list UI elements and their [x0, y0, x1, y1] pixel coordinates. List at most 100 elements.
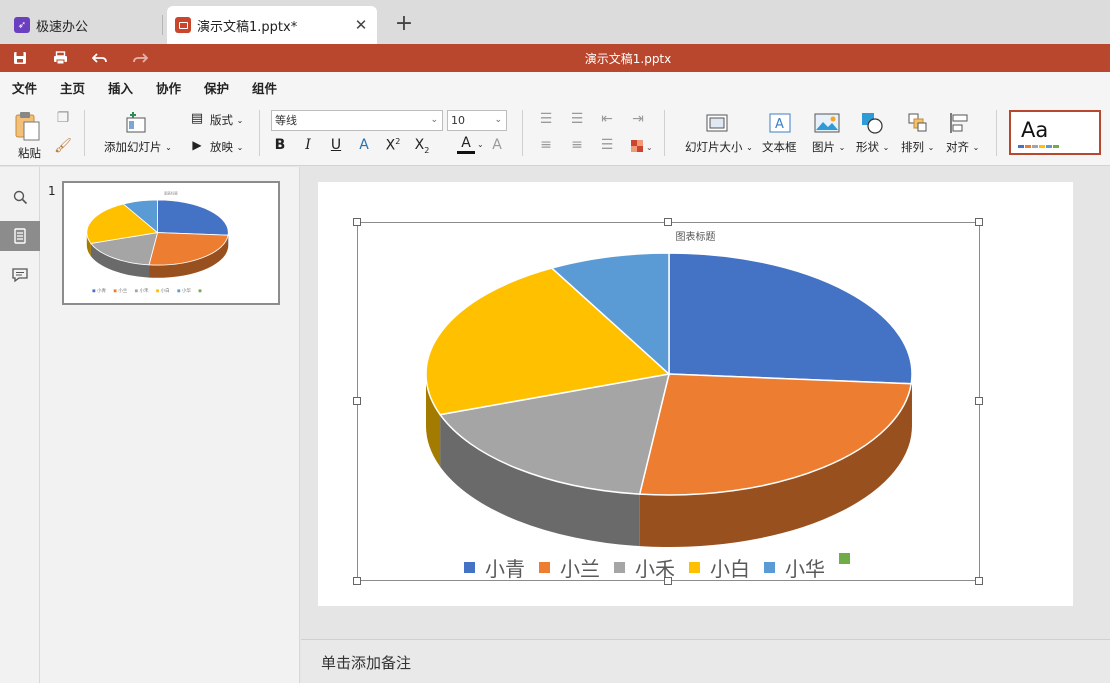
add-slide-button[interactable]: 添加幻灯片 ⌄ [104, 139, 172, 155]
text-effect-icon[interactable]: A [355, 137, 373, 153]
document-title: 演示文稿1.pptx [584, 52, 672, 66]
pie-chart [425, 252, 913, 547]
bold-icon[interactable]: B [271, 137, 289, 153]
slide-thumbnail[interactable]: 图表标题 小青 小兰 小禾 小白 小华 [62, 181, 280, 305]
numbered-list-icon[interactable]: ☰ [568, 111, 586, 127]
slide-number: 1 [48, 184, 56, 198]
ribbon-divider [259, 110, 260, 156]
slide-size-label: 幻灯片大小 [685, 140, 743, 154]
slide-size-button[interactable]: 幻灯片大小 ⌄ [685, 139, 753, 155]
shape-icon[interactable] [860, 111, 886, 138]
arrange-label: 排列 [901, 140, 924, 154]
legend-item: 小华 [764, 553, 825, 582]
legend-swatch [464, 562, 475, 573]
layout-button[interactable]: 版式 ⌄ [210, 112, 243, 128]
legend-item [839, 553, 860, 564]
legend-item: 小青 [464, 553, 525, 582]
menu-home[interactable]: 主页 [60, 78, 86, 102]
menu-insert[interactable]: 插入 [108, 78, 133, 97]
tab-document[interactable]: 演示文稿1.pptx* ✕ [167, 6, 377, 44]
menu-file[interactable]: 文件 [12, 78, 37, 97]
tab-document-label: 演示文稿1.pptx* [197, 19, 298, 35]
clear-format-icon[interactable]: A [488, 137, 506, 153]
notes-placeholder: 单击添加备注 [321, 654, 412, 672]
new-tab-button[interactable]: + [393, 11, 415, 37]
chevron-down-icon[interactable]: ⌄ [477, 140, 484, 149]
slide-size-icon[interactable] [706, 114, 728, 135]
ribbon-divider [522, 110, 523, 156]
play-button[interactable]: 放映 ⌄ [210, 139, 243, 155]
picture-icon[interactable] [814, 113, 840, 136]
italic-icon[interactable]: I [299, 137, 317, 153]
picture-label: 图片 [812, 140, 835, 154]
font-size-select[interactable]: 10 ⌄ [447, 110, 507, 131]
pie-slice [668, 252, 913, 385]
legend-swatch [839, 553, 850, 564]
add-slide-icon[interactable] [124, 112, 148, 137]
tab-divider [162, 15, 163, 35]
bullet-list-icon[interactable]: ☰ [537, 111, 555, 127]
legend-label: 小兰 [560, 557, 600, 581]
align-text-icon[interactable]: ≡ [537, 137, 555, 153]
layout-label: 版式 [210, 113, 233, 127]
textbox-button[interactable]: 文本框 [762, 139, 797, 155]
svg-text:A: A [775, 117, 784, 132]
paste-icon[interactable] [14, 111, 42, 144]
paste-label[interactable]: 粘贴 [18, 145, 41, 161]
close-tab-icon[interactable]: ✕ [353, 16, 369, 34]
legend-swatch [689, 562, 700, 573]
slides-panel-icon[interactable] [0, 221, 40, 251]
font-name-select[interactable]: 等线 ⌄ [271, 110, 443, 131]
arrange-icon[interactable] [907, 112, 929, 137]
format-painter-icon[interactable]: 🖌 [54, 138, 72, 154]
svg-text:小华: 小华 [182, 287, 192, 294]
font-color-icon[interactable]: A [457, 136, 475, 154]
left-tool-bar [0, 167, 40, 683]
legend-label: 小青 [485, 557, 525, 581]
align-button[interactable]: 对齐 ⌄ [946, 139, 979, 155]
legend-swatch [614, 562, 625, 573]
align-icon[interactable] [949, 112, 971, 137]
picture-button[interactable]: 图片 ⌄ [812, 139, 845, 155]
legend-label: 小禾 [635, 557, 675, 581]
shape-label: 形状 [856, 140, 879, 154]
ribbon-toolbar: 粘贴 ❐ 🖌 添加幻灯片 ⌄ ▤ 版式 ⌄ ▶ 放映 ⌄ 等线 ⌄ 10 ⌄ B I… [0, 100, 1110, 166]
chevron-down-icon: ⌄ [430, 115, 438, 125]
play-icon: ▶ [192, 138, 202, 152]
arrange-button[interactable]: 排列 ⌄ [901, 139, 934, 155]
comment-icon[interactable] [0, 260, 40, 290]
legend-swatch [764, 562, 775, 573]
menu-protect[interactable]: 保护 [204, 78, 229, 97]
copy-icon[interactable]: ❐ [54, 110, 72, 126]
line-spacing-icon[interactable]: ☰ [598, 137, 616, 153]
chevron-down-icon: ⌄ [494, 115, 502, 125]
title-bar: 演示文稿1.pptx [0, 44, 1110, 72]
shape-fill-icon[interactable]: ⌄ [631, 140, 653, 155]
font-size-value: 10 [451, 114, 465, 127]
increase-indent-icon[interactable]: ⇥ [629, 111, 647, 127]
slide-editing-area: 图表标题 小青 小兰 小禾 小白 小华 [301, 167, 1110, 639]
theme-sample[interactable]: Aa [1009, 110, 1101, 155]
notes-area[interactable]: 单击添加备注 [301, 639, 1110, 683]
tab-app[interactable]: ➶ 极速办公 [8, 6, 162, 44]
shape-button[interactable]: 形状 ⌄ [856, 139, 889, 155]
superscript-icon[interactable]: X2 [384, 137, 402, 154]
decrease-indent-icon[interactable]: ⇤ [598, 111, 616, 127]
svg-text:小禾: 小禾 [139, 287, 149, 294]
menu-collaborate[interactable]: 协作 [156, 78, 181, 97]
svg-text:⌄: ⌄ [646, 143, 653, 152]
ribbon-divider [84, 110, 85, 156]
search-icon[interactable] [0, 182, 40, 212]
legend-label: 小白 [710, 557, 750, 581]
underline-icon[interactable]: U [327, 137, 345, 153]
subscript-icon[interactable]: X2 [413, 137, 431, 155]
ribbon-divider [996, 110, 997, 156]
vertical-align-icon[interactable]: ≡ [568, 137, 586, 153]
slide-thumbnail-pane: 1 图表标题 小青 小兰 小禾 小白 小华 [40, 167, 300, 683]
legend-swatch [539, 562, 550, 573]
menu-components[interactable]: 组件 [252, 78, 277, 97]
slide-canvas[interactable]: 图表标题 小青 小兰 小禾 小白 小华 [318, 182, 1073, 606]
slide-thumbnail-preview: 图表标题小青 小兰 小禾 小白 小华 [86, 190, 229, 294]
textbox-icon[interactable]: A [769, 113, 791, 136]
theme-color-swatches [1018, 145, 1059, 148]
